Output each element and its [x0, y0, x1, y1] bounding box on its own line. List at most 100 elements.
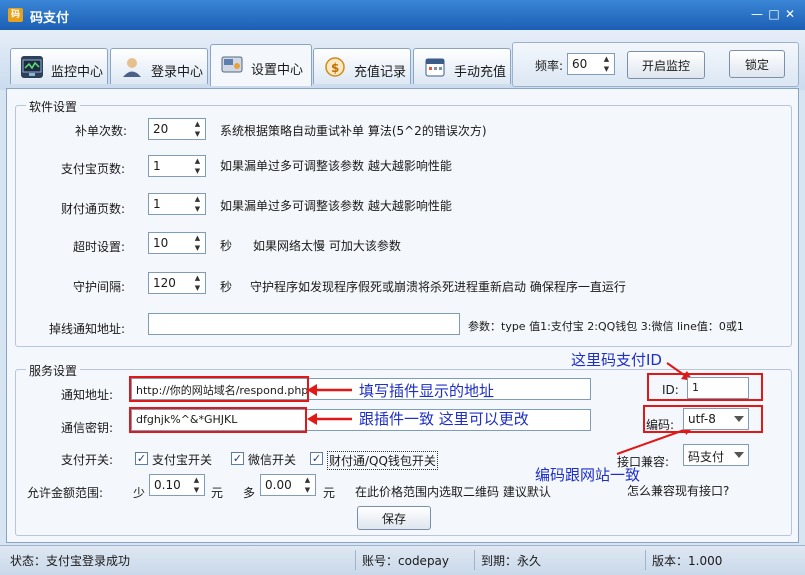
retry-count-label: 补单次数:: [75, 124, 128, 138]
window-title: 码支付: [30, 11, 70, 26]
coin-icon: $: [324, 56, 346, 78]
alipay-pages-label: 支付宝页数:: [61, 162, 126, 176]
status-separator: [474, 550, 475, 570]
guard-interval-unit: 秒: [220, 280, 233, 294]
secret-hint-annotation: 跟插件一致 这里可以更改: [359, 410, 529, 428]
status-separator: [355, 550, 356, 570]
tenpay-switch-label: 财付通/QQ钱包开关: [327, 451, 438, 470]
params-info: 参数：type 值1:支付宝 2:QQ钱包 3:微信 line值：0或1: [468, 320, 744, 333]
checkmark-icon: ✓: [135, 452, 148, 465]
tab-manual-recharge[interactable]: 手动充值: [413, 48, 511, 84]
spin-arrows-icon[interactable]: ▲ ▼: [599, 54, 614, 74]
alipay-pages-desc: 如果漏单过多可调整该参数 越大越影响性能: [220, 159, 452, 173]
guard-interval-stepper[interactable]: 120 ▲ ▼: [148, 272, 206, 294]
spin-arrows-icon[interactable]: ▲ ▼: [300, 475, 315, 495]
encoding-label: 编码:: [646, 418, 675, 432]
compat-help-link[interactable]: 怎么兼容现有接口?: [627, 482, 729, 499]
offline-notify-label: 掉线通知地址:: [49, 322, 126, 336]
title-bar: 码 码支付 — □ ✕: [0, 0, 805, 30]
min-amount-value: 0.10: [154, 478, 181, 492]
status-separator: [645, 550, 646, 570]
guard-interval-desc: 守护程序如发现程序假死或崩溃将杀死进程重新启动 确保程序一直运行: [250, 280, 626, 294]
annotation-arrows: [307, 384, 352, 425]
chevron-down-icon: [734, 452, 744, 458]
tab-settings[interactable]: 设置中心: [210, 44, 312, 86]
account-text: 账号：codepay: [362, 554, 450, 568]
tenpay-pages-value: 1: [153, 197, 161, 211]
timeout-unit: 秒: [220, 239, 233, 253]
user-icon: [121, 56, 143, 78]
spin-arrows-icon[interactable]: ▲ ▼: [189, 475, 204, 495]
min-label: 少: [133, 486, 146, 500]
compat-label: 接口兼容:: [617, 455, 670, 469]
calendar-icon: [424, 56, 446, 78]
spin-arrows-icon[interactable]: ▲ ▼: [190, 119, 205, 139]
compat-select[interactable]: 码支付: [683, 444, 749, 466]
monitor-icon: [21, 56, 43, 78]
max-label: 多: [243, 486, 256, 500]
id-label: ID:: [662, 383, 679, 397]
min-amount-stepper[interactable]: 0.10 ▲ ▼: [149, 474, 205, 496]
tab-recharge-records[interactable]: $ 充值记录: [313, 48, 411, 84]
compat-value: 码支付: [688, 450, 725, 464]
tab-label: 设置中心: [251, 63, 304, 78]
tenpay-pages-desc: 如果漏单过多可调整该参数 越大越影响性能: [220, 199, 452, 213]
freq-value: 60: [572, 57, 588, 71]
status-bar: 状态：支付宝登录成功 账号：codepay 到期：永久 版本：1.000: [0, 545, 805, 575]
retry-count-value: 20: [153, 122, 169, 136]
notify-url-label: 通知地址:: [61, 388, 114, 402]
start-monitor-button[interactable]: 开启监控: [627, 51, 705, 79]
save-button[interactable]: 保存: [357, 506, 431, 530]
checkmark-icon: ✓: [231, 452, 244, 465]
retry-count-stepper[interactable]: 20 ▲ ▼: [148, 118, 206, 140]
chevron-down-icon: [734, 416, 744, 422]
close-icon[interactable]: ✕: [782, 6, 798, 22]
timeout-label: 超时设置:: [73, 240, 126, 254]
freq-label: 频率:: [535, 59, 564, 73]
maximize-icon[interactable]: □: [766, 6, 782, 22]
tab-label: 手动充值: [454, 65, 507, 80]
alipay-switch-label: 支付宝开关: [152, 453, 213, 467]
retry-count-desc: 系统根据策略自动重试补单 算法(5^2的错误次方): [220, 124, 487, 138]
status-text: 状态：支付宝登录成功: [10, 554, 131, 568]
yuan-label: 元: [323, 486, 336, 500]
checkmark-icon: ✓: [310, 452, 323, 465]
tab-monitor[interactable]: 监控中心: [10, 48, 108, 84]
encoding-select[interactable]: utf-8: [683, 408, 749, 430]
tenpay-pages-label: 财付通页数:: [61, 202, 126, 216]
guard-interval-value: 120: [153, 276, 176, 290]
offline-notify-input[interactable]: [148, 313, 460, 335]
timeout-value: 10: [153, 236, 169, 250]
svg-text:$: $: [331, 61, 339, 75]
freq-stepper[interactable]: 60 ▲ ▼: [567, 53, 615, 75]
wechat-switch-label: 微信开关: [248, 453, 297, 467]
tab-label: 登录中心: [151, 65, 204, 80]
notify-hint-annotation: 填写插件显示的地址: [359, 382, 495, 400]
alipay-pages-stepper[interactable]: 1 ▲ ▼: [148, 155, 206, 177]
tab-label: 充值记录: [354, 65, 407, 80]
secret-key-label: 通信密钥:: [61, 421, 114, 435]
encoding-value: utf-8: [688, 412, 716, 426]
settings-icon: [221, 54, 243, 76]
expire-text: 到期：永久: [481, 554, 542, 568]
notify-url-highlight: [129, 376, 309, 402]
minimize-icon[interactable]: —: [749, 6, 765, 22]
settings-panel: 软件设置 补单次数: 20 ▲ ▼ 系统根据策略自动重试补单 算法(5^2的错误次…: [6, 88, 799, 543]
spin-arrows-icon[interactable]: ▲ ▼: [190, 156, 205, 176]
timeout-stepper[interactable]: 10 ▲ ▼: [148, 232, 206, 254]
secret-key-highlight: [129, 407, 307, 433]
spin-arrows-icon[interactable]: ▲ ▼: [190, 273, 205, 293]
guard-interval-label: 守护间隔:: [73, 280, 126, 294]
yuan-label: 元: [211, 486, 224, 500]
tab-login[interactable]: 登录中心: [110, 48, 208, 84]
tenpay-pages-stepper[interactable]: 1 ▲ ▼: [148, 193, 206, 215]
pay-switch-label: 支付开关:: [61, 453, 114, 467]
lock-button[interactable]: 锁定: [729, 50, 785, 78]
max-amount-value: 0.00: [265, 478, 292, 492]
max-amount-stepper[interactable]: 0.00 ▲ ▼: [260, 474, 316, 496]
alipay-pages-value: 1: [153, 159, 161, 173]
group-title: 服务设置: [26, 362, 81, 379]
spin-arrows-icon[interactable]: ▲ ▼: [190, 233, 205, 253]
id-input[interactable]: 1: [687, 377, 749, 399]
spin-arrows-icon[interactable]: ▲ ▼: [190, 194, 205, 214]
